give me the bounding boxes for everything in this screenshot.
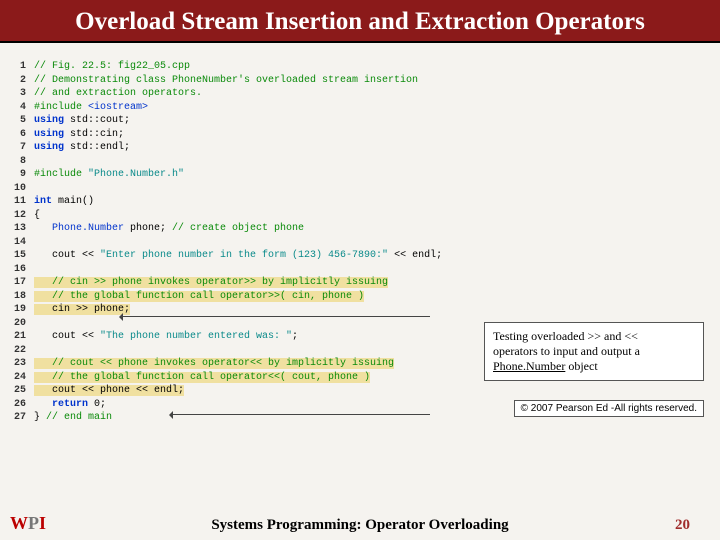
slide-title: Overload Stream Insertion and Extraction…	[0, 0, 720, 43]
annotation-arrow	[170, 414, 430, 415]
annotation-object: Phone.Number	[493, 359, 565, 373]
annotation-text: Testing overloaded >> and <<	[493, 329, 638, 343]
copyright-box: © 2007 Pearson Ed -All rights reserved.	[514, 400, 704, 417]
footer-text: Systems Programming: Operator Overloadin…	[211, 517, 508, 533]
annotation-text: operators to input and output a	[493, 344, 640, 358]
annotation-arrow	[120, 316, 430, 317]
annotation-box: Testing overloaded >> and << operators t…	[484, 322, 704, 381]
slide-footer: Systems Programming: Operator Overloadin…	[0, 516, 720, 534]
page-number: 20	[675, 517, 690, 534]
